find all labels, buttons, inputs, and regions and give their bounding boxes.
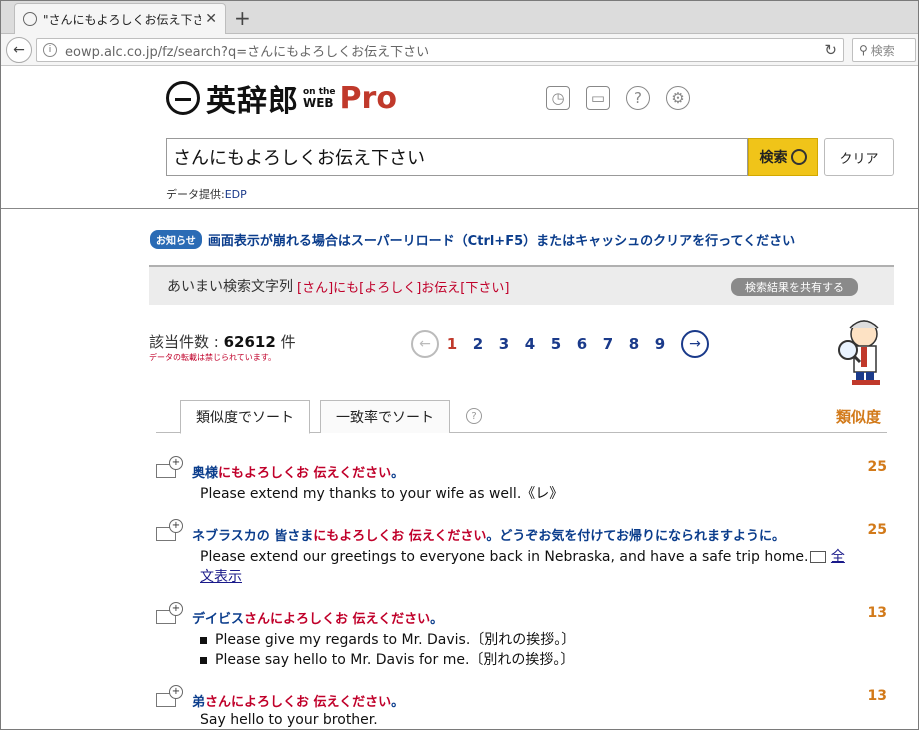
site-logo[interactable]: 英辞郎 on the WEB Pro — [166, 76, 397, 120]
history-icon[interactable]: ◷ — [546, 86, 570, 110]
logo-pro-text: Pro — [339, 80, 397, 116]
magnifier-icon — [790, 149, 807, 165]
result-english: Please give my regards to Mr. Davis.〔別れの… — [200, 629, 575, 649]
search-button[interactable]: 検索 — [748, 138, 818, 176]
sort-tabs: 類似度でソート 一致率でソート ? 類似度 — [156, 400, 887, 434]
result-score: 13 — [867, 688, 887, 704]
notice-text: 画面表示が崩れる場合はスーパーリロード（Ctrl+F5）またはキャッシュのクリア… — [207, 234, 796, 249]
result-english: Please say hello to Mr. Davis for me.〔別れ… — [200, 649, 574, 669]
count-label: 該当件数 : — [149, 333, 219, 351]
header-icons: ◷ ▭ ? ⚙ — [546, 86, 690, 110]
notice: お知らせ 画面表示が崩れる場合はスーパーリロード（Ctrl+F5）またはキャッシ… — [150, 230, 795, 249]
provider-label: データ提供: — [166, 188, 225, 201]
sort-help-icon[interactable]: ? — [466, 408, 482, 424]
address-bar[interactable]: i eowp.alc.co.jp/fz/search?q=さんにもよろしくお伝え… — [36, 38, 844, 62]
count-unit: 件 — [280, 333, 296, 351]
wordbook-icon[interactable]: ▭ — [586, 86, 610, 110]
data-provider: データ提供:EDP — [166, 186, 247, 202]
reload-icon[interactable]: ↻ — [824, 41, 837, 59]
browser-search-box[interactable]: ⚲ 検索 — [852, 38, 916, 62]
logo-web: WEB — [303, 95, 334, 110]
add-wordbook-icon[interactable] — [156, 456, 183, 478]
count-value: 62612 — [223, 333, 276, 351]
fuzzy-search-bar: あいまい検索文字列 [さん]にも[よろしく]お伝え[下さい] 検索結果を共有する — [149, 265, 894, 305]
favicon-icon — [23, 12, 37, 26]
add-wordbook-icon[interactable] — [156, 519, 183, 541]
result-english: Please extend my thanks to your wife as … — [200, 486, 564, 502]
prev-page-icon[interactable]: ← — [411, 330, 439, 358]
page-8[interactable]: 8 — [621, 335, 647, 353]
gear-icon[interactable]: ⚙ — [666, 86, 690, 110]
add-wordbook-icon[interactable] — [156, 602, 183, 624]
logo-main-text: 英辞郎 — [206, 84, 299, 119]
page-3[interactable]: 3 — [491, 335, 517, 353]
back-button[interactable]: ← — [6, 37, 32, 63]
notice-badge: お知らせ — [150, 230, 202, 249]
result-japanese: 奥様にもよろしくお 伝えください。 — [192, 466, 405, 481]
page-4[interactable]: 4 — [517, 335, 543, 353]
browser-tab[interactable]: "さんにもよろしくお伝え下さい"… ✕ — [14, 3, 226, 34]
copyright-note: データの転載は禁じられています。 — [149, 353, 276, 362]
new-tab-icon[interactable]: + — [234, 6, 251, 30]
url-text: eowp.alc.co.jp/fz/search?q=さんにもよろしくお伝え下さ… — [65, 44, 430, 60]
next-page-icon[interactable]: → — [681, 330, 709, 358]
page-1[interactable]: 1 — [439, 335, 465, 353]
fulltext-link[interactable]: 全 — [831, 549, 845, 565]
browser-tab-bar: "さんにもよろしくお伝え下さい"… ✕ + — [0, 0, 919, 34]
search-button-label: 検索 — [759, 150, 788, 166]
result-japanese: デイビスさんによろしくお 伝えください。 — [192, 612, 444, 627]
pagination: ← 1 2 3 4 5 6 7 8 9 → — [411, 330, 709, 358]
similarity-header: 類似度 — [835, 408, 881, 426]
fulltext-link-cont[interactable]: 文表示 — [200, 566, 242, 586]
result-japanese: ネブラスカの 皆さまにもよろしくお 伝えください。どうぞお気を付けてお帰りになら… — [192, 529, 786, 544]
page-7[interactable]: 7 — [595, 335, 621, 353]
mascot-detective-icon — [838, 320, 880, 385]
window-border — [0, 0, 919, 730]
page-9[interactable]: 9 — [647, 335, 673, 353]
clear-button[interactable]: クリア — [824, 138, 894, 176]
result-score: 25 — [867, 522, 887, 538]
fuzzy-value: [さん]にも[よろしく]お伝え[下さい] — [297, 280, 510, 296]
provider-link[interactable]: EDP — [225, 188, 247, 201]
share-results-button[interactable]: 検索結果を共有する — [731, 278, 858, 296]
result-score: 25 — [867, 459, 887, 475]
logo-mark-icon — [166, 81, 200, 115]
help-icon[interactable]: ? — [626, 86, 650, 110]
result-english: Say hello to your brother. — [200, 712, 378, 728]
result-score: 13 — [867, 605, 887, 621]
book-icon — [810, 551, 827, 563]
search-input[interactable] — [166, 138, 748, 176]
logo-web-text: on the WEB — [303, 87, 336, 110]
browser-nav-bar: ← i eowp.alc.co.jp/fz/search?q=さんにもよろしくお… — [0, 34, 919, 66]
tab-title: "さんにもよろしくお伝え下さい"… — [43, 12, 202, 27]
result-japanese: 弟さんによろしくお 伝えください。 — [192, 695, 405, 710]
close-tab-icon[interactable]: ✕ — [205, 11, 217, 27]
tab-sort-similarity[interactable]: 類似度でソート — [180, 400, 310, 434]
browser-search-placeholder: 検索 — [870, 43, 895, 58]
add-wordbook-icon[interactable] — [156, 685, 183, 707]
page-2[interactable]: 2 — [465, 335, 491, 353]
page-5[interactable]: 5 — [543, 335, 569, 353]
page-6[interactable]: 6 — [569, 335, 595, 353]
header-divider — [0, 208, 919, 209]
fuzzy-label: あいまい検索文字列 — [167, 279, 293, 295]
logo-on-the: on the — [303, 86, 336, 97]
result-english: Please extend our greetings to everyone … — [200, 549, 845, 565]
info-icon[interactable]: i — [43, 43, 57, 57]
result-count: 該当件数 : 62612 件 — [149, 331, 296, 352]
tab-sort-match[interactable]: 一致率でソート — [320, 400, 450, 433]
search-icon: ⚲ — [859, 43, 868, 57]
